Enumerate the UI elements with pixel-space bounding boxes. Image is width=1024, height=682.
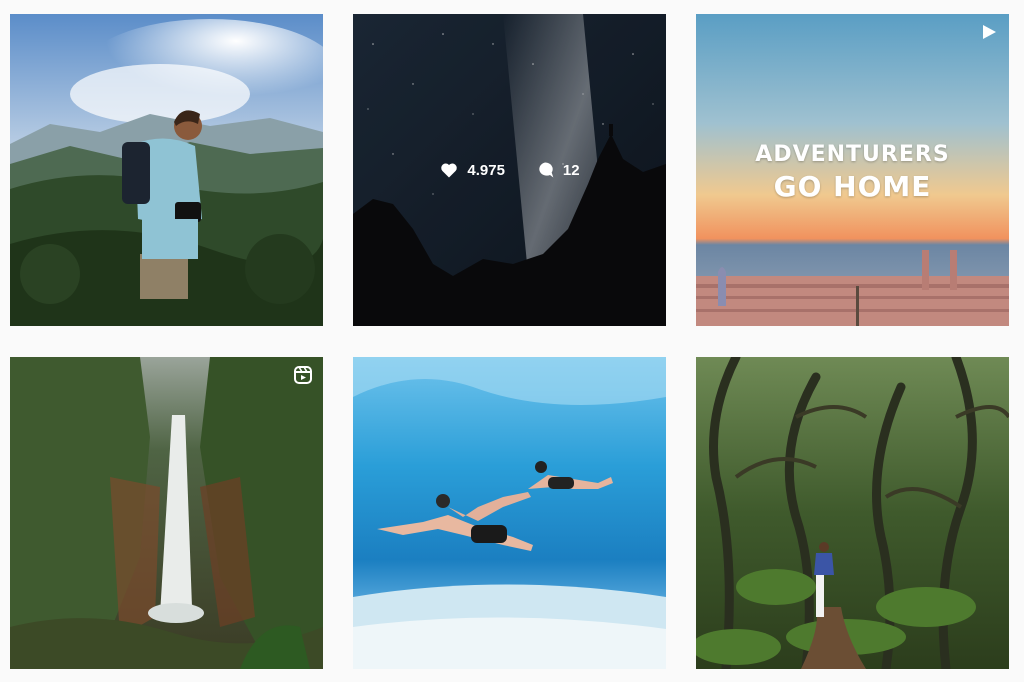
likes-stat: 4.975 [439,160,505,180]
comments-count: 12 [562,161,580,179]
profile-post-grid: 4.975 12 ADVENTURERS GO HOME [0,0,1024,682]
poster-headline-line-1: ADVENTURERS [755,142,950,167]
comment-bubble-icon [539,162,554,178]
post-image-underwater [353,357,666,669]
post-image-waterfall [10,357,323,669]
post-image-forest [696,357,1009,669]
likes-count: 4.975 [467,161,505,179]
post-image-hiker [10,14,323,326]
post-hover-overlay: 4.975 12 [353,14,666,326]
heart-icon [441,163,458,178]
post-tile-hiker-mountain[interactable] [10,14,323,326]
poster-headline-line-2: GO HOME [773,170,932,203]
reel-icon [294,366,312,384]
post-tile-waterfall[interactable] [10,357,323,669]
post-tile-freedivers[interactable] [353,357,666,669]
post-tile-forest-hiker[interactable] [696,357,1009,669]
play-icon [983,25,996,39]
post-tile-adventurers-go-home[interactable]: ADVENTURERS GO HOME [696,14,1009,326]
post-tile-milky-way[interactable]: 4.975 12 [353,14,666,326]
comments-stat: 12 [535,160,580,180]
